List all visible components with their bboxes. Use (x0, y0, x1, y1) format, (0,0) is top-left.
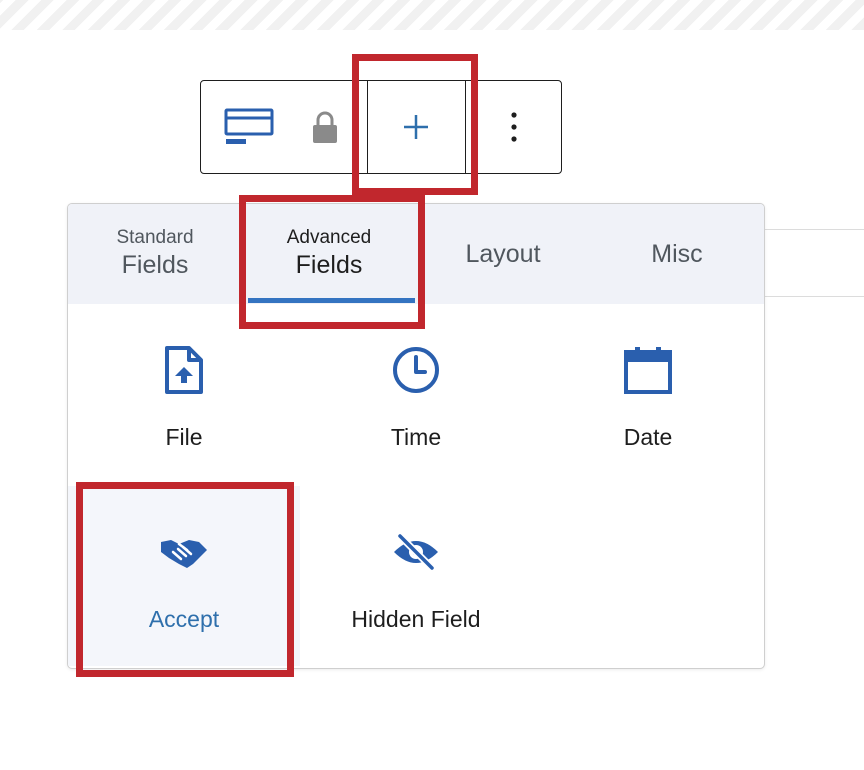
add-field-button[interactable] (368, 81, 464, 173)
tab-standard-fields[interactable]: Standard Fields (68, 204, 242, 304)
divider-line-bottom (765, 296, 864, 297)
tab-advanced-big: Fields (295, 251, 363, 279)
clock-icon (393, 347, 439, 393)
block-toolbar (200, 80, 562, 174)
field-item-date[interactable]: Date (532, 304, 764, 484)
calendar-icon (624, 347, 672, 394)
field-label-date: Date (623, 424, 673, 450)
more-options-button[interactable] (466, 81, 562, 173)
handshake-icon (161, 540, 207, 568)
tab-standard-small: Standard (116, 227, 194, 248)
form-block-icon (224, 108, 274, 144)
field-label-hidden-field: Hidden Field (351, 606, 481, 632)
field-item-accept[interactable]: Accept (68, 486, 300, 666)
tab-advanced-fields[interactable]: Advanced Fields (242, 204, 416, 304)
field-item-hidden-field[interactable]: Hidden Field (300, 486, 532, 666)
field-label-time: Time (390, 424, 442, 450)
field-item-file[interactable]: File (68, 304, 300, 484)
top-striped-edge (0, 0, 864, 30)
plus-icon (404, 115, 428, 139)
tab-misc-label: Misc (651, 240, 703, 268)
tab-advanced-small: Advanced (286, 227, 372, 248)
tab-layout-label: Layout (465, 240, 541, 268)
field-inserter-panel: Standard Fields Advanced Fields Layout M… (67, 203, 765, 669)
vertical-ellipsis-icon (511, 112, 517, 142)
field-item-time[interactable]: Time (300, 304, 532, 484)
lock-button[interactable] (297, 81, 353, 173)
form-block-button[interactable] (201, 81, 297, 173)
field-label-accept: Accept (148, 606, 220, 632)
field-label-file: File (165, 424, 203, 450)
divider-line-top (765, 229, 864, 230)
tab-misc[interactable]: Misc (590, 204, 764, 304)
lock-icon (313, 111, 337, 143)
eye-slash-icon (394, 532, 438, 572)
tab-standard-big: Fields (121, 251, 189, 279)
active-tab-indicator (248, 298, 415, 303)
field-category-tabs: Standard Fields Advanced Fields Layout M… (68, 204, 764, 304)
tab-layout[interactable]: Layout (416, 204, 590, 304)
file-upload-icon (165, 346, 203, 394)
